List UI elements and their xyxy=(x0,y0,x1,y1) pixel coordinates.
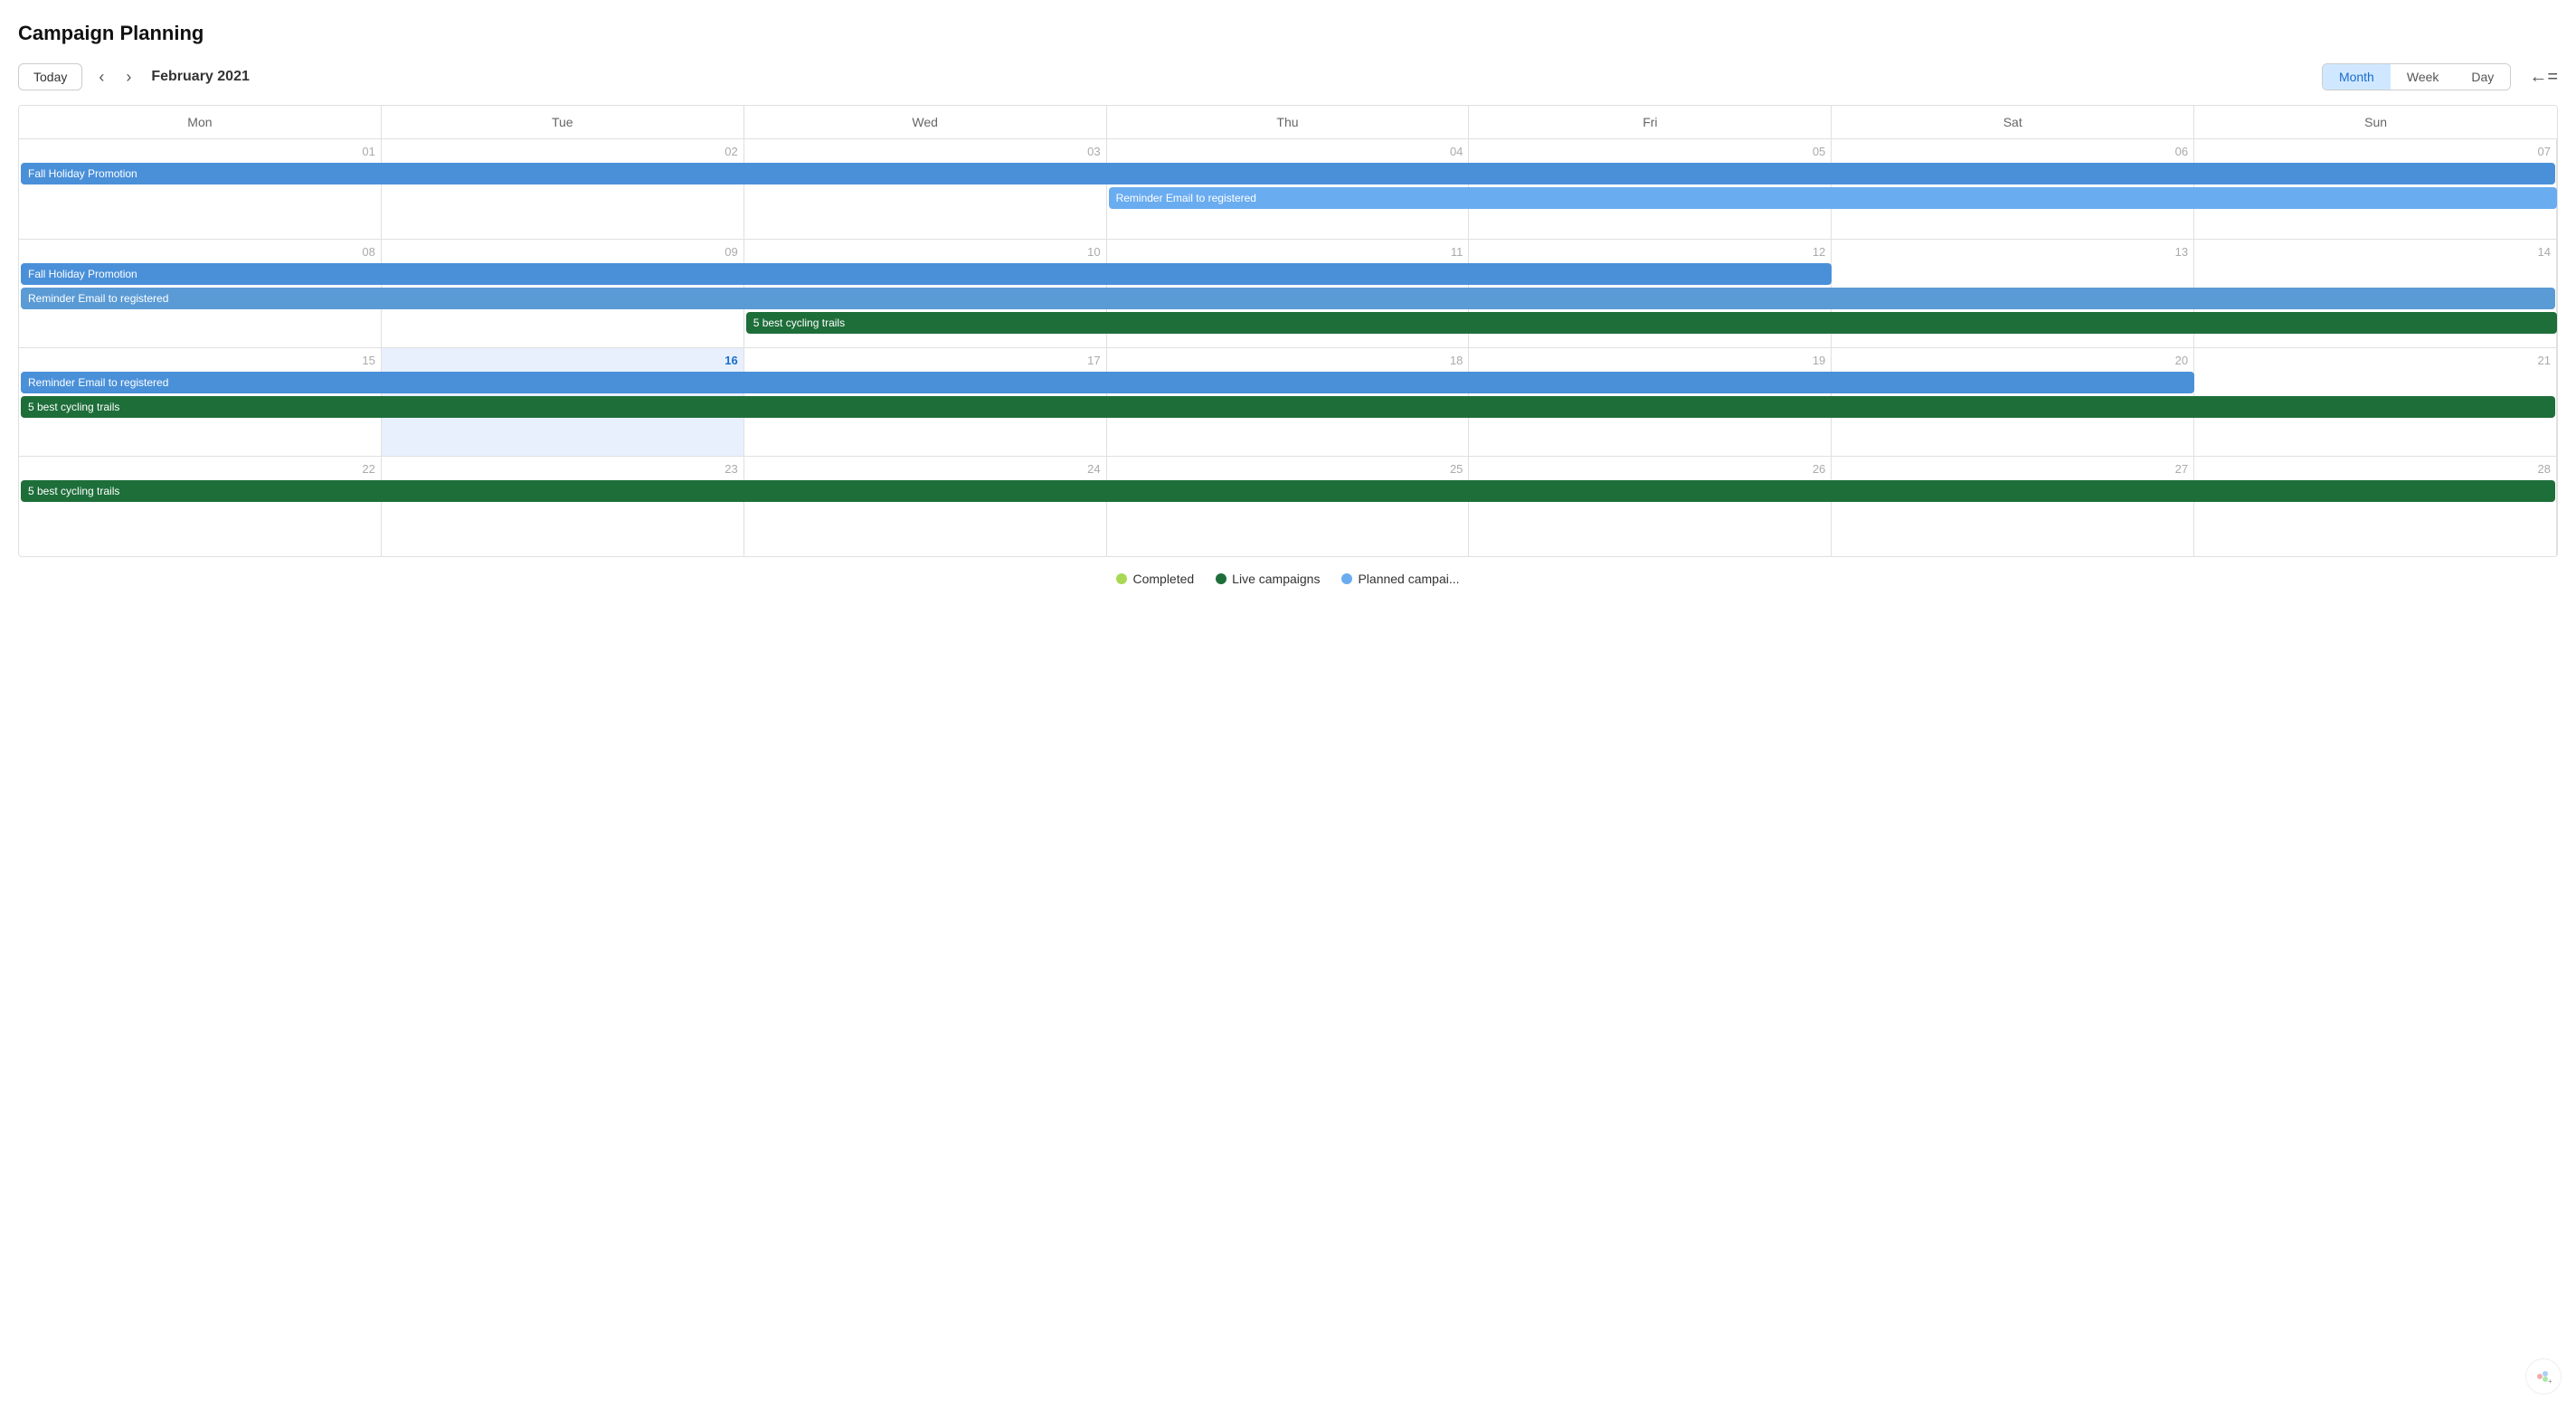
cell-26[interactable]: 26 xyxy=(1469,457,1832,556)
week-2: 08 09 10 11 12 13 14 Fall Holiday Promot… xyxy=(19,240,2557,348)
legend-live: Live campaigns xyxy=(1216,572,1320,586)
legend-completed-label: Completed xyxy=(1132,572,1194,586)
cell-17[interactable]: 17 xyxy=(744,348,1107,456)
legend-planned: Planned campai... xyxy=(1341,572,1459,586)
dot-live xyxy=(1216,573,1226,584)
cell-19[interactable]: 19 xyxy=(1469,348,1832,456)
cell-01[interactable]: 01 xyxy=(19,139,382,239)
day-name-wed: Wed xyxy=(744,106,1107,138)
today-button[interactable]: Today xyxy=(18,63,82,90)
tab-month[interactable]: Month xyxy=(2323,64,2391,90)
app-container: Campaign Planning Today ‹ › February 202… xyxy=(0,0,2576,615)
calendar-body: 01 02 03 04 05 06 07 Fall Holiday Promot… xyxy=(19,139,2557,556)
cell-05[interactable]: 05 xyxy=(1469,139,1832,239)
cell-06[interactable]: 06 xyxy=(1832,139,2194,239)
cell-08[interactable]: 08 xyxy=(19,240,382,347)
toolbar: Today ‹ › February 2021 Month Week Day ←… xyxy=(18,63,2558,90)
cell-27[interactable]: 27 xyxy=(1832,457,2194,556)
cell-12[interactable]: 12 xyxy=(1469,240,1832,347)
legend: Completed Live campaigns Planned campai.… xyxy=(18,557,2558,593)
day-name-sun: Sun xyxy=(2194,106,2557,138)
cell-18[interactable]: 18 xyxy=(1107,348,1470,456)
cell-10[interactable]: 10 xyxy=(744,240,1107,347)
dot-planned xyxy=(1341,573,1352,584)
cell-13[interactable]: 13 xyxy=(1832,240,2194,347)
tab-week[interactable]: Week xyxy=(2391,64,2456,90)
next-button[interactable]: › xyxy=(120,64,137,90)
week-1: 01 02 03 04 05 06 07 Fall Holiday Promot… xyxy=(19,139,2557,240)
cell-25[interactable]: 25 xyxy=(1107,457,1470,556)
cell-15[interactable]: 15 xyxy=(19,348,382,456)
dot-completed xyxy=(1116,573,1127,584)
cell-23[interactable]: 23 xyxy=(382,457,744,556)
filter-icon[interactable]: ←= xyxy=(2529,67,2558,88)
day-name-fri: Fri xyxy=(1469,106,1832,138)
cell-09[interactable]: 09 xyxy=(382,240,744,347)
cell-28[interactable]: 28 xyxy=(2194,457,2557,556)
page-title: Campaign Planning xyxy=(18,22,2558,45)
cell-14[interactable]: 14 xyxy=(2194,240,2557,347)
legend-completed: Completed xyxy=(1116,572,1194,586)
brand-logo: + xyxy=(2525,1358,2562,1395)
tab-day[interactable]: Day xyxy=(2455,64,2510,90)
day-name-sat: Sat xyxy=(1832,106,2194,138)
cell-21[interactable]: 21 xyxy=(2194,348,2557,456)
legend-planned-label: Planned campai... xyxy=(1358,572,1459,586)
month-label: February 2021 xyxy=(151,69,250,85)
cell-24[interactable]: 24 xyxy=(744,457,1107,556)
svg-text:+: + xyxy=(2548,1377,2552,1385)
legend-live-label: Live campaigns xyxy=(1232,572,1320,586)
prev-button[interactable]: ‹ xyxy=(93,64,109,90)
cell-04[interactable]: 04 xyxy=(1107,139,1470,239)
day-name-thu: Thu xyxy=(1107,106,1470,138)
week-4: 22 23 24 25 26 27 28 5 best cycling trai… xyxy=(19,457,2557,556)
cell-16[interactable]: 16 xyxy=(382,348,744,456)
calendar-header: Mon Tue Wed Thu Fri Sat Sun xyxy=(19,106,2557,139)
view-tabs: Month Week Day xyxy=(2322,63,2511,90)
cell-07[interactable]: 07 xyxy=(2194,139,2557,239)
day-name-tue: Tue xyxy=(382,106,744,138)
cell-11[interactable]: 11 xyxy=(1107,240,1470,347)
cell-03[interactable]: 03 xyxy=(744,139,1107,239)
day-name-mon: Mon xyxy=(19,106,382,138)
calendar: Mon Tue Wed Thu Fri Sat Sun 01 02 03 04 … xyxy=(18,105,2558,557)
week-3: 15 16 17 18 19 20 21 Reminder Email to r… xyxy=(19,348,2557,457)
cell-02[interactable]: 02 xyxy=(382,139,744,239)
cell-22[interactable]: 22 xyxy=(19,457,382,556)
cell-20[interactable]: 20 xyxy=(1832,348,2194,456)
